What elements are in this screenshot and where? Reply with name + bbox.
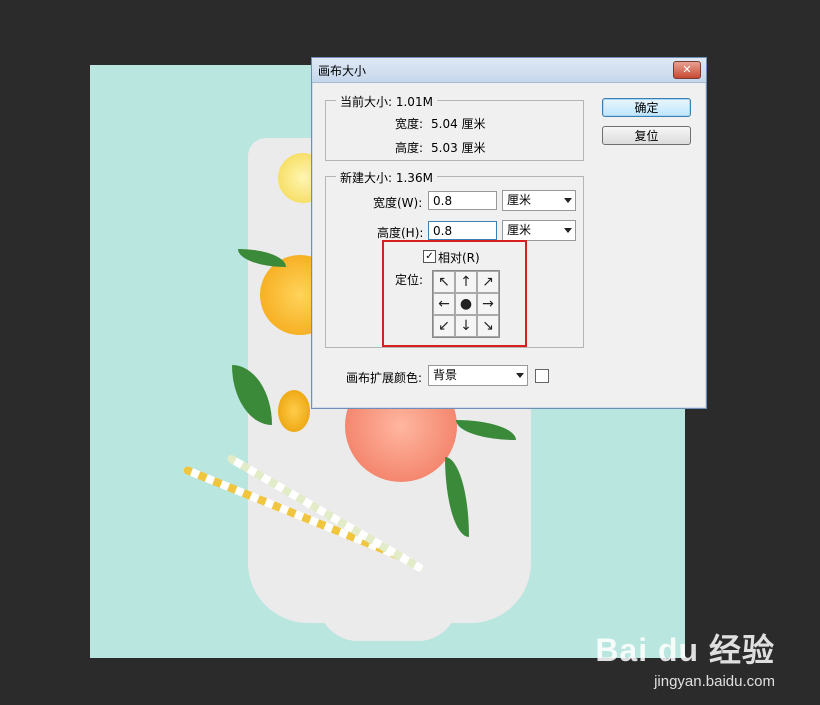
extension-color-select[interactable]: 背景	[428, 365, 528, 386]
new-width-label: 宽度(W):	[373, 196, 423, 210]
kumquat-image	[278, 390, 310, 432]
watermark-logo-text: Bai du 经验	[595, 632, 775, 668]
watermark-url: jingyan.baidu.com	[654, 673, 775, 690]
current-height-value: 5.03 厘米	[431, 141, 486, 155]
current-size-group: 当前大小: 1.01M 宽度: 5.04 厘米 高度: 5.03 厘米	[325, 93, 584, 161]
baidu-watermark: Bai du 经验 jingyan.baidu.com	[595, 625, 775, 690]
dialog-title: 画布大小	[318, 64, 367, 78]
ok-button[interactable]: 确定	[602, 98, 691, 117]
height-unit-select[interactable]: 厘米	[502, 220, 576, 241]
highlight-box	[382, 240, 527, 347]
current-size-legend: 当前大小: 1.01M	[336, 93, 437, 110]
close-icon[interactable]: ✕	[673, 61, 701, 79]
extension-color-value: 背景	[433, 368, 458, 382]
extension-color-label: 画布扩展颜色:	[346, 371, 423, 385]
chevron-down-icon	[564, 198, 572, 203]
height-input[interactable]: 0.8	[428, 221, 497, 240]
current-height-label: 高度:	[395, 141, 424, 155]
extension-color-swatch[interactable]	[535, 369, 549, 383]
width-unit-value: 厘米	[507, 193, 532, 207]
width-unit-select[interactable]: 厘米	[502, 190, 576, 211]
chevron-down-icon	[516, 373, 524, 378]
height-unit-value: 厘米	[507, 223, 532, 237]
chevron-down-icon	[564, 228, 572, 233]
dialog-titlebar[interactable]: 画布大小 ✕	[312, 58, 706, 83]
current-width-value: 5.04 厘米	[431, 117, 486, 131]
reset-button[interactable]: 复位	[602, 126, 691, 145]
canvas-size-dialog: 画布大小 ✕ 当前大小: 1.01M 宽度: 5.04 厘米 高度: 5.03 …	[311, 57, 707, 409]
width-input[interactable]: 0.8	[428, 191, 497, 210]
current-width-label: 宽度:	[395, 117, 424, 131]
new-size-legend: 新建大小: 1.36M	[336, 169, 437, 186]
new-height-label: 高度(H):	[377, 226, 424, 240]
